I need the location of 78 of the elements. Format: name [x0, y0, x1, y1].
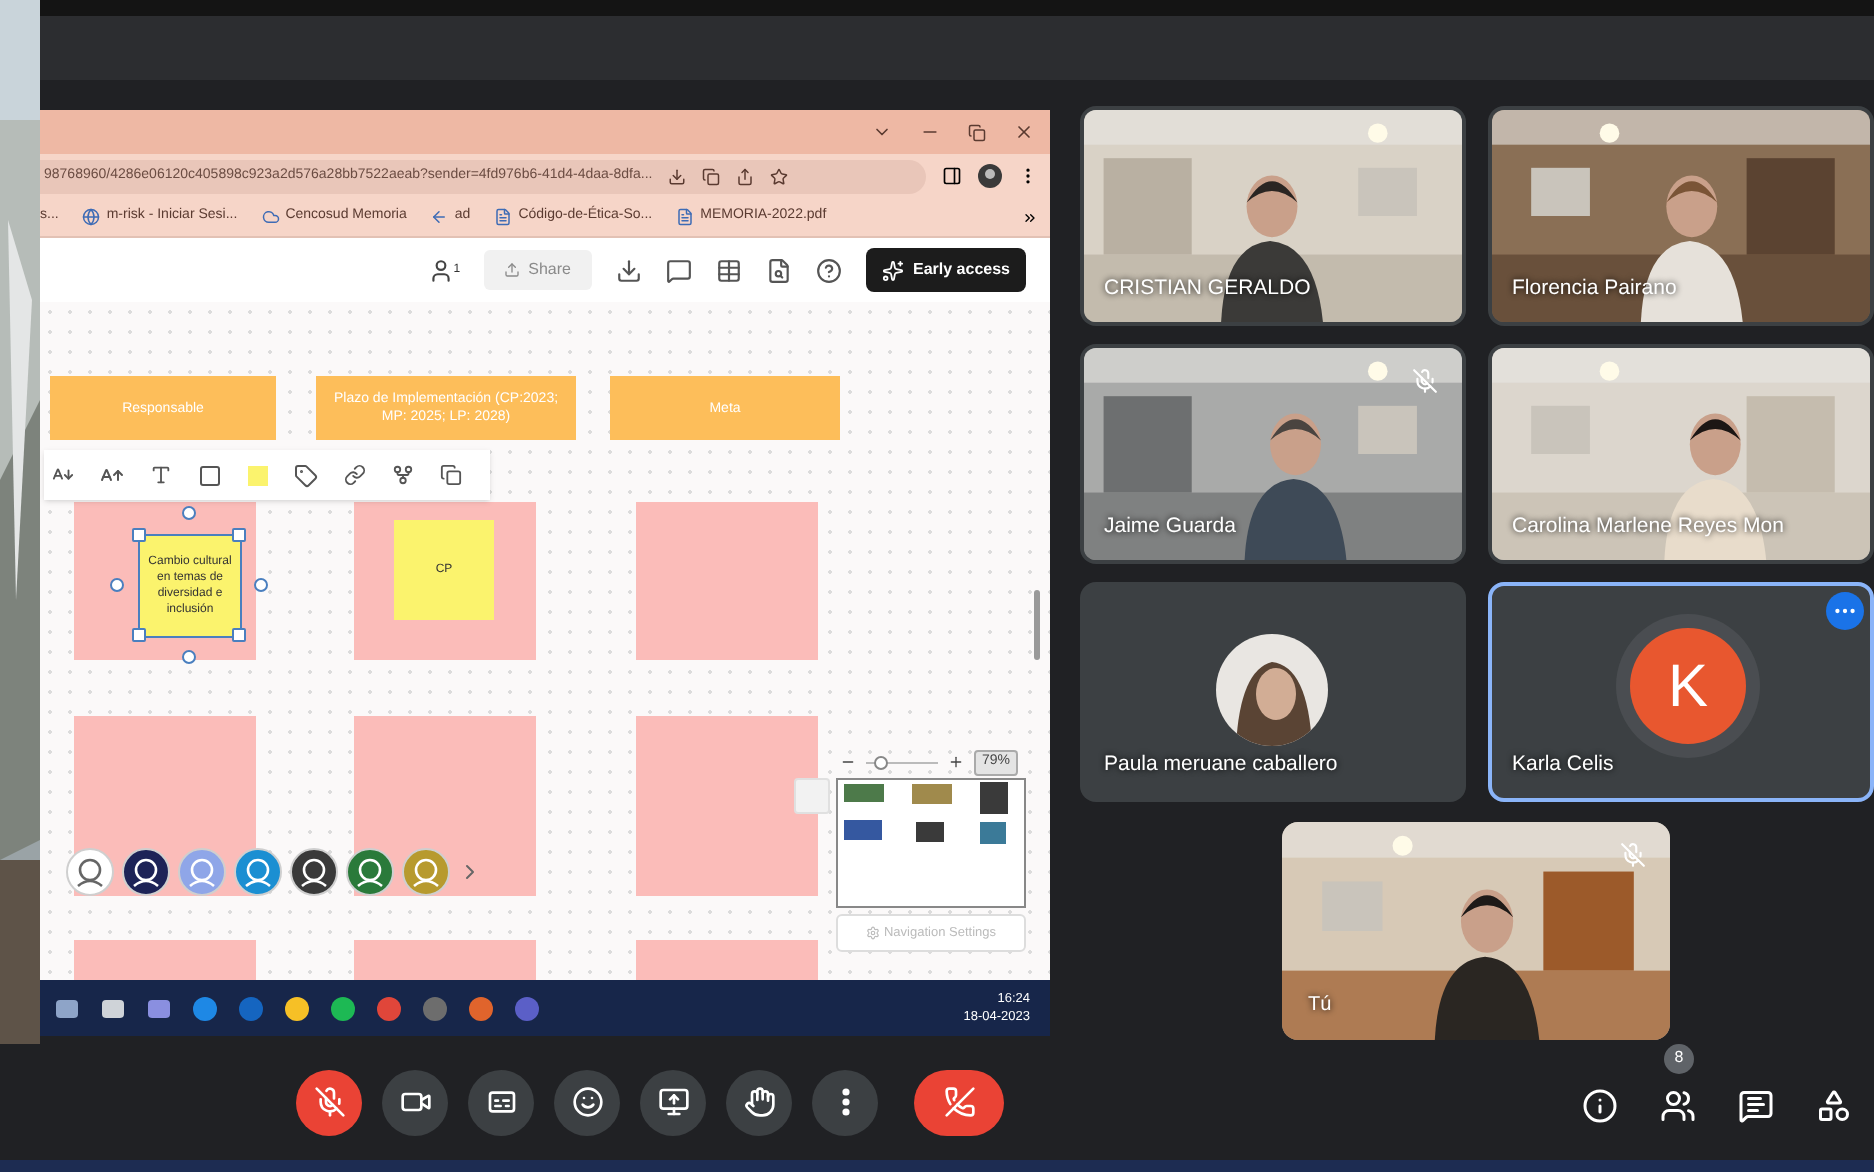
more-bookmarks-icon[interactable] — [1022, 209, 1038, 225]
present-button[interactable] — [640, 1069, 706, 1135]
text-icon[interactable] — [150, 464, 172, 486]
raise-hand-button[interactable] — [726, 1069, 792, 1135]
more-options-button[interactable] — [1826, 592, 1864, 630]
download-icon[interactable] — [668, 167, 687, 185]
cloud-icon — [261, 208, 280, 226]
info-icon — [1582, 1087, 1618, 1123]
participant-name: Jaime Guarda — [1104, 512, 1236, 543]
bookmark-star-icon[interactable] — [770, 167, 789, 185]
minimap-drawing[interactable] — [836, 778, 1026, 908]
leave-call-button[interactable] — [914, 1069, 1004, 1135]
document-icon — [676, 208, 695, 226]
chat-icon — [1738, 1087, 1774, 1123]
muted-microphone-icon — [313, 1086, 345, 1118]
reactions-button[interactable] — [554, 1069, 620, 1135]
people-icon — [1660, 1087, 1696, 1123]
app-icon[interactable] — [146, 995, 172, 1021]
table-icon[interactable] — [715, 257, 741, 283]
more-icon — [841, 1088, 849, 1116]
app-icon[interactable] — [100, 995, 126, 1021]
minimap-toggle[interactable] — [794, 778, 830, 814]
slider-thumb[interactable] — [874, 755, 889, 770]
present-screen-icon — [657, 1086, 689, 1118]
avatar-icon[interactable] — [290, 848, 338, 896]
app-icon[interactable] — [54, 995, 80, 1021]
share-icon[interactable] — [736, 167, 755, 185]
side-panel-icon[interactable] — [942, 166, 962, 186]
hang-up-icon — [943, 1086, 975, 1118]
captions-button[interactable] — [468, 1069, 534, 1135]
decrease-font-icon[interactable] — [52, 464, 74, 486]
app-icon[interactable] — [330, 995, 356, 1021]
hand-icon — [743, 1086, 775, 1118]
tag-icon[interactable] — [294, 463, 318, 487]
connector-handle[interactable] — [254, 578, 268, 592]
sparkle-icon — [881, 259, 903, 281]
link-icon[interactable] — [344, 464, 366, 486]
app-icon[interactable] — [192, 995, 218, 1021]
search-icon[interactable] — [765, 257, 791, 283]
participant-name: Carolina Marlene Reyes Mon — [1512, 512, 1784, 543]
gear-icon — [865, 926, 880, 940]
comment-icon[interactable] — [665, 257, 691, 283]
border-icon[interactable] — [198, 463, 222, 487]
increase-font-icon[interactable] — [100, 463, 124, 487]
restore-icon[interactable] — [968, 123, 986, 141]
profile-avatar-icon[interactable] — [978, 164, 1002, 188]
duplicate-icon[interactable] — [440, 464, 462, 486]
early-access-button[interactable]: Early access — [865, 248, 1026, 292]
connector-handle[interactable] — [182, 650, 196, 664]
microphone-button[interactable] — [296, 1069, 362, 1135]
upload-icon — [504, 262, 521, 278]
app-icon[interactable] — [284, 995, 310, 1021]
app-icon[interactable] — [468, 995, 494, 1021]
participant-name: Paula meruane caballero — [1104, 750, 1338, 781]
participant-name: Tú — [1308, 992, 1332, 1020]
resize-handle[interactable] — [231, 627, 245, 641]
zoom-slider[interactable] — [866, 755, 938, 770]
copy-icon[interactable] — [702, 167, 721, 185]
help-icon[interactable] — [815, 257, 841, 283]
globe-icon — [82, 208, 101, 226]
smiley-icon — [571, 1086, 603, 1118]
captions-icon — [485, 1086, 517, 1118]
arrow-icon — [430, 208, 449, 226]
avatar-icon[interactable] — [122, 848, 170, 896]
document-icon — [494, 208, 513, 226]
more-options-button[interactable] — [812, 1069, 878, 1135]
download-icon[interactable] — [615, 257, 641, 283]
connector-icon[interactable] — [392, 464, 414, 486]
participant-count: 8 — [1664, 1043, 1694, 1073]
zoom-in-icon[interactable] — [948, 754, 964, 771]
scrollbar[interactable] — [1034, 590, 1040, 660]
avatar: K — [1630, 628, 1746, 744]
camera-button[interactable] — [382, 1069, 448, 1135]
shapes-icon — [1816, 1087, 1852, 1123]
fill-color-swatch[interactable] — [248, 465, 268, 485]
close-icon[interactable] — [1014, 122, 1034, 142]
user-icon — [427, 257, 454, 283]
participant-name: Karla Celis — [1512, 750, 1614, 781]
